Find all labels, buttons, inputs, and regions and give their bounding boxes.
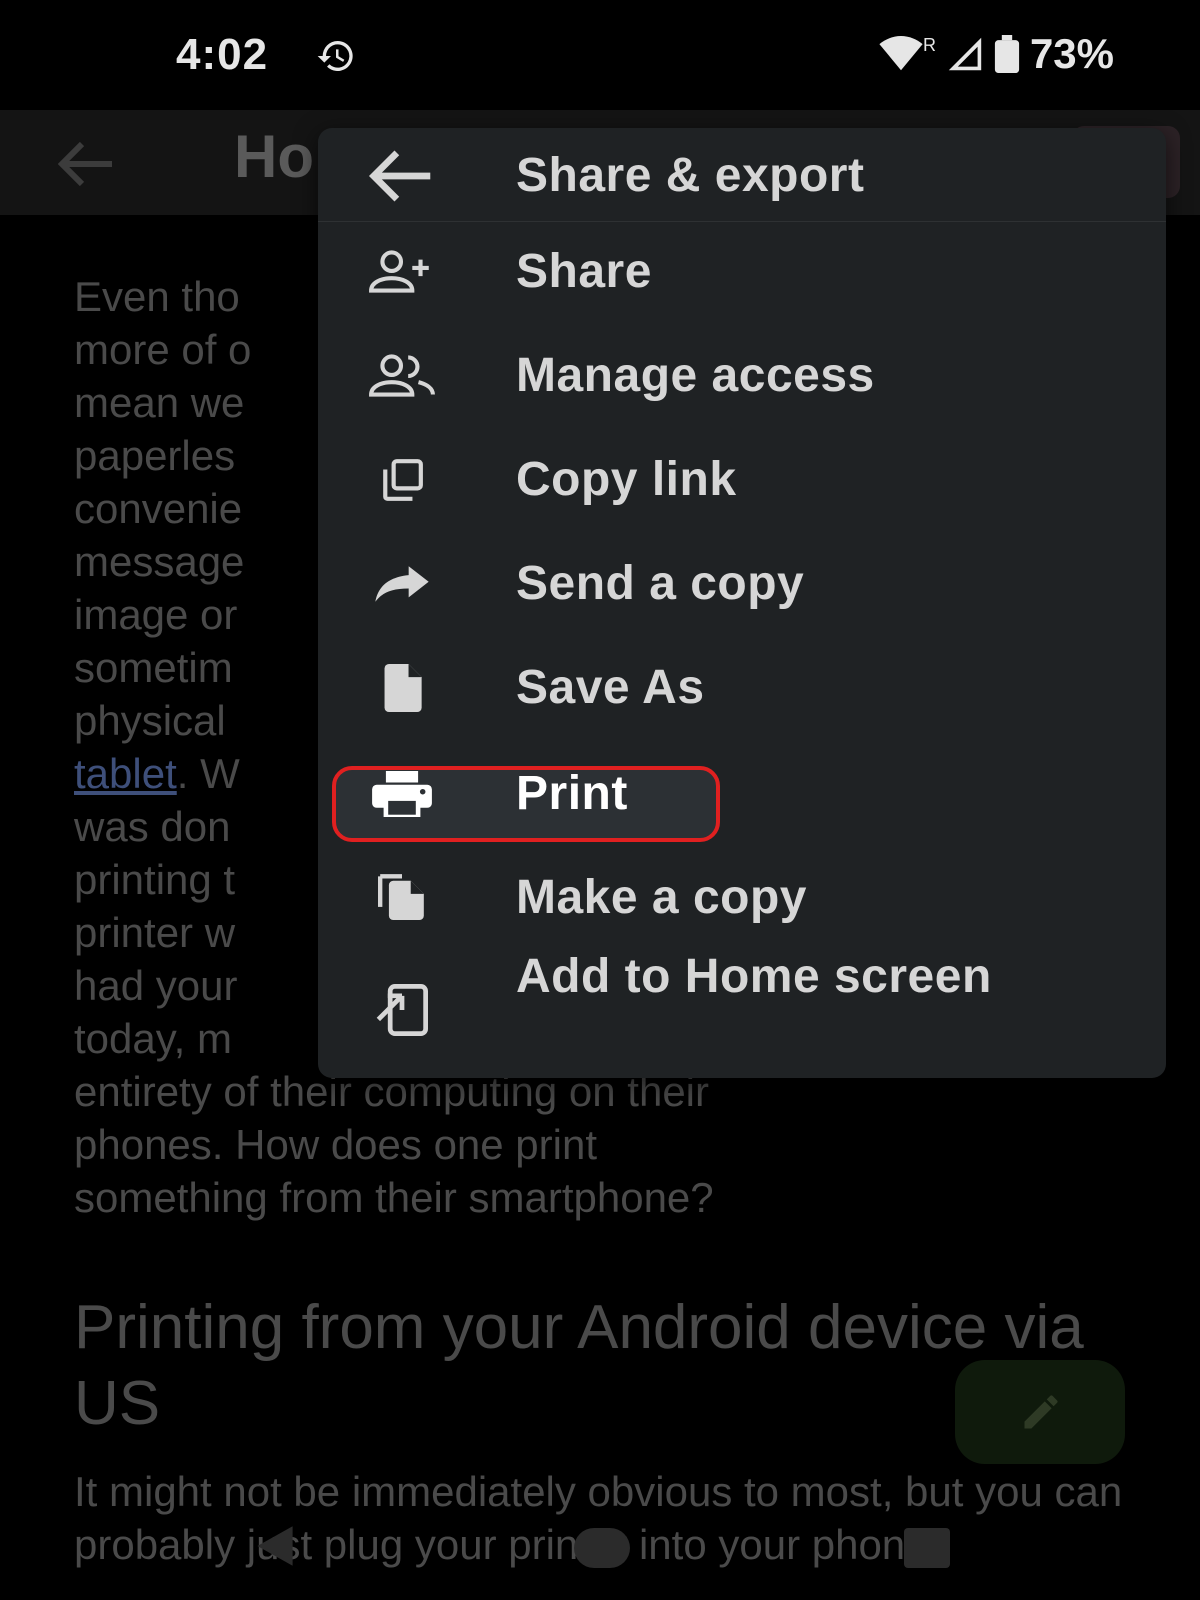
pencil-icon	[1024, 1395, 1058, 1429]
status-bar: 4:02 R 73%	[0, 0, 1200, 110]
printer-icon	[366, 764, 438, 824]
menu-item-label: Save As	[516, 661, 705, 714]
menu-title: Share & export	[516, 149, 865, 202]
status-right: R 73%	[879, 30, 1114, 78]
copy-icon	[366, 450, 438, 510]
menu-item-print[interactable]: Print	[318, 742, 1166, 846]
menu-item-add-to-home[interactable]: Add to Home screen	[318, 950, 1166, 1070]
file-copy-icon	[366, 866, 438, 926]
tablet-link[interactable]: tablet	[74, 750, 177, 797]
menu-item-copy-link[interactable]: Copy link	[318, 430, 1166, 534]
edit-fab-button[interactable]	[955, 1360, 1125, 1464]
status-time: 4:02	[176, 30, 269, 79]
share-export-menu: Share & export Share Manage access Copy …	[318, 128, 1166, 1078]
back-arrow-icon[interactable]	[58, 142, 114, 186]
nav-back-icon[interactable]	[252, 1524, 298, 1568]
navigation-bar	[0, 1508, 1200, 1600]
document-title: Ho	[234, 123, 314, 190]
menu-item-label: Print	[516, 767, 628, 820]
roaming-badge: R	[922, 34, 936, 55]
menu-item-label: Copy link	[516, 453, 737, 506]
menu-item-label: Make a copy	[516, 871, 807, 924]
cell-signal-icon	[948, 37, 982, 71]
people-icon	[366, 346, 438, 406]
nav-home-button[interactable]	[574, 1528, 630, 1568]
forward-arrow-icon	[366, 554, 438, 614]
add-to-home-icon	[366, 980, 438, 1040]
history-icon	[317, 41, 353, 71]
menu-item-label: Send a copy	[516, 557, 805, 610]
file-icon	[366, 658, 438, 718]
person-add-icon	[366, 242, 438, 302]
text-fragment: . W	[176, 750, 240, 797]
menu-item-share[interactable]: Share	[318, 222, 1166, 326]
menu-item-manage-access[interactable]: Manage access	[318, 326, 1166, 430]
text-line: something from their smartphone?	[74, 1174, 714, 1221]
menu-item-make-copy[interactable]: Make a copy	[318, 846, 1166, 950]
menu-item-label: Share	[516, 245, 652, 298]
menu-item-label: Add to Home screen	[516, 950, 992, 1003]
text-line: phones. How does one print	[74, 1121, 598, 1168]
menu-item-save-as[interactable]: Save As	[318, 638, 1166, 742]
menu-header: Share & export	[318, 128, 1166, 222]
wifi-icon	[879, 36, 923, 71]
back-arrow-icon[interactable]	[366, 146, 438, 206]
nav-recents-button[interactable]	[904, 1528, 950, 1568]
battery-percent: 73%	[1029, 30, 1114, 77]
menu-item-send-copy[interactable]: Send a copy	[318, 534, 1166, 638]
menu-item-label: Manage access	[516, 349, 875, 402]
battery-icon	[994, 35, 1020, 73]
